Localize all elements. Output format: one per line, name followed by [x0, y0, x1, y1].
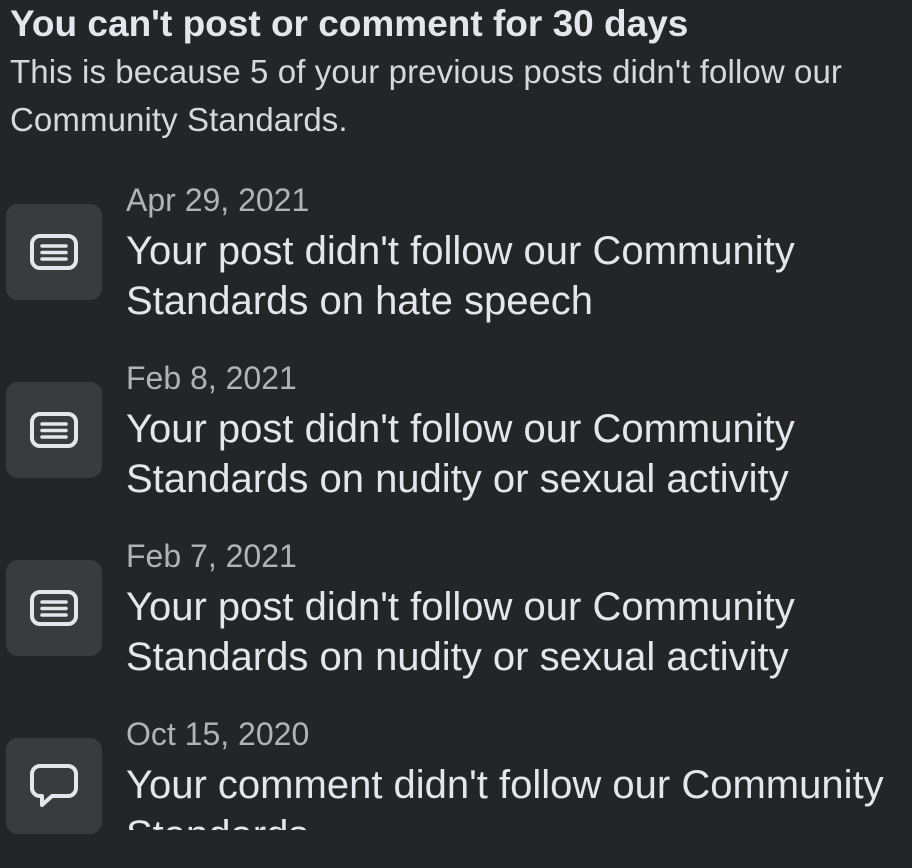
violation-date: Oct 15, 2020: [126, 716, 310, 752]
violation-item[interactable]: Feb 7, 2021 Your post didn't follow our …: [0, 532, 912, 710]
violation-item[interactable]: Apr 29, 2021 Your post didn't follow our…: [0, 176, 912, 354]
post-icon: [29, 411, 79, 449]
post-icon-container: [6, 560, 102, 656]
violation-message: Your comment didn't follow our Community…: [126, 763, 884, 830]
post-icon: [29, 589, 79, 627]
violation-item[interactable]: Feb 8, 2021 Your post didn't follow our …: [0, 354, 912, 532]
restriction-subtitle: This is because 5 of your previous posts…: [10, 53, 843, 138]
violation-date: Feb 7, 2021: [126, 538, 297, 574]
restriction-title: You can't post or comment for 30 days: [10, 3, 689, 44]
violation-list: Apr 29, 2021 Your post didn't follow our…: [0, 176, 912, 868]
comment-icon: [30, 763, 78, 809]
restriction-screen: You can't post or comment for 30 days Th…: [0, 0, 912, 868]
post-icon: [29, 233, 79, 271]
violation-message: Your post didn't follow our Community St…: [126, 407, 795, 501]
post-icon-container: [6, 382, 102, 478]
restriction-header: You can't post or comment for 30 days Th…: [10, 0, 905, 144]
violation-message: Your post didn't follow our Community St…: [126, 585, 795, 679]
violation-message: Your post didn't follow our Community St…: [126, 229, 795, 323]
comment-icon-container: [6, 738, 102, 834]
violation-item[interactable]: Oct 15, 2020 Your comment didn't follow …: [0, 710, 912, 868]
violation-date: Feb 8, 2021: [126, 360, 297, 396]
violation-date: Apr 29, 2021: [126, 182, 310, 218]
post-icon-container: [6, 204, 102, 300]
